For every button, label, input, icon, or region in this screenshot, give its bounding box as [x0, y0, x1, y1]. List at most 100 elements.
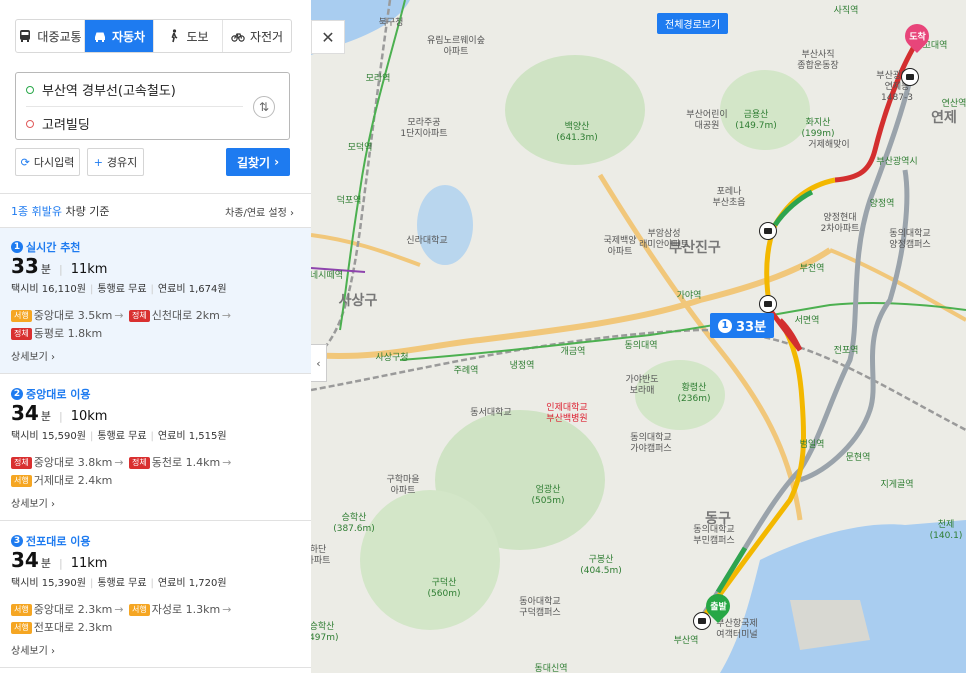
camera-icon	[901, 68, 919, 86]
map-label: 연제	[931, 110, 957, 126]
destination-field[interactable]: 고려빌딩	[26, 107, 251, 140]
route-time-callout[interactable]: 1 33분	[710, 313, 775, 338]
traffic-badge: 정체	[11, 328, 32, 340]
map-label: 연산역	[941, 99, 966, 109]
route-time: 34 분 | 10km	[11, 401, 108, 425]
fuel-cost: 연료비 1,515원	[157, 431, 227, 442]
route-option-2[interactable]: 2 중앙대로 이용 34 분 | 10km 택시비 15,590원 | 통행료 무료 | 연료비…	[0, 375, 311, 520]
close-icon[interactable]: ✕	[311, 20, 345, 54]
plus-icon: +	[93, 155, 103, 169]
waypoint-button[interactable]: + 경유지	[87, 148, 144, 176]
fuel-basis: 1종 휘발유 차량 기준	[11, 203, 109, 219]
arrow-icon: →	[114, 456, 124, 469]
route-minutes-unit: 분	[40, 557, 51, 570]
route-minutes-unit: 분	[40, 263, 51, 276]
traffic-badge: 서행	[11, 310, 32, 322]
reset-label: 다시입력	[33, 156, 75, 169]
route-title: 3 전포대로 이용	[11, 533, 91, 549]
destination-text: 고려빌딩	[42, 118, 90, 133]
end-label: 도착	[908, 32, 926, 43]
route-number-badge: 3	[11, 535, 23, 547]
collapse-panel-icon[interactable]: ‹	[311, 344, 327, 382]
map-label: 화지산 (199m)	[801, 118, 835, 139]
vehicle-settings-link[interactable]: 차종/연료 설정 ›	[225, 204, 294, 219]
origin-text: 부산역 경부선(고속철도)	[42, 84, 176, 99]
tab-label: 자전거	[249, 29, 284, 44]
map-label: 부산사직 종합운동장	[797, 50, 839, 71]
map-label: 하단아파트	[311, 545, 331, 566]
detail-label: 상세보기	[11, 646, 48, 657]
map-label: 거제해맞이	[808, 140, 850, 150]
start-pin[interactable]: 출발	[701, 589, 735, 623]
route-option-1[interactable]: 1 실시간 추천 33 분 | 11km 택시비 16,110원 | 통행료 무료 | 연료비 …	[0, 228, 311, 373]
map-label: 구봉산 (404.5m)	[580, 555, 622, 576]
map-label: 동의대역	[624, 341, 658, 351]
road-name: 동평로	[33, 327, 65, 340]
fuel-type: 1종 휘발유	[11, 205, 62, 218]
route-input-box: 부산역 경부선(고속철도) 고려빌딩 ⇅	[15, 72, 290, 140]
route-panel: 대중교통 자동차 도보 자전거 부산역 경부선(고속철도) 고려빌딩 ⇅ ⟳ 다…	[0, 0, 311, 673]
full-route-button[interactable]: 전체경로보기	[657, 13, 729, 34]
map-label: 북구청	[378, 18, 404, 28]
end-marker-icon: 도착	[900, 19, 934, 53]
tab-walk[interactable]: 도보	[154, 20, 223, 52]
map-label: 백양산 (641.3m)	[556, 122, 598, 143]
traffic-badge: 정체	[129, 457, 150, 469]
route-distance: 11km	[70, 262, 108, 277]
map-label: 양정현대 2차아파트	[820, 213, 860, 234]
map-label: 전포역	[833, 346, 859, 356]
search-label: 길찾기	[236, 155, 271, 170]
end-pin[interactable]: 도착	[900, 19, 934, 53]
route-minutes-unit: 분	[40, 410, 51, 423]
waypoint-label: 경유지	[106, 156, 138, 169]
road-name: 중앙대로	[33, 603, 75, 616]
tab-transit[interactable]: 대중교통	[16, 20, 85, 52]
traffic-badge: 정체	[11, 457, 32, 469]
map-label: 구학마을 아파트	[386, 475, 420, 496]
map-label: 동의대학교 부민캠퍼스	[693, 525, 735, 546]
map-label: 승학산(497m)	[311, 622, 339, 643]
map-canvas	[311, 0, 966, 673]
chevron-right-icon: ›	[274, 155, 280, 169]
detail-link[interactable]: 상세보기 ›	[11, 495, 55, 510]
toll-fee: 통행료 무료	[97, 284, 147, 295]
road-distance: 3.5km	[77, 309, 113, 322]
map-label: 포레나 부산초읍	[712, 187, 746, 208]
map-view[interactable]: 사상구 부산진구 동구 연제 백양산 (641.3m) 엄광산 (505m) 승학산 (387.6…	[311, 0, 966, 673]
mountain-area	[360, 490, 500, 630]
route-cost: 택시비 15,390원 | 통행료 무료 | 연료비 1,720원	[11, 578, 227, 589]
detail-link[interactable]: 상세보기 ›	[11, 642, 55, 657]
destination-dot-icon	[26, 119, 34, 128]
tab-bicycle[interactable]: 자전거	[223, 20, 291, 52]
map-label: 동대신역	[534, 664, 568, 673]
road-name: 동천로	[151, 456, 183, 469]
subway-line	[339, 0, 406, 331]
detail-label: 상세보기	[11, 352, 48, 363]
swap-icon[interactable]: ⇅	[253, 96, 275, 118]
refresh-icon: ⟳	[20, 155, 30, 169]
reset-button[interactable]: ⟳ 다시입력	[15, 148, 80, 176]
map-label: 동아대학교 구덕캠퍼스	[519, 597, 561, 618]
fuel-cost: 연료비 1,674원	[157, 284, 227, 295]
tab-car[interactable]: 자동차	[85, 20, 154, 52]
arrow-icon: →	[114, 603, 124, 616]
map-label: 지게골역	[880, 480, 914, 490]
traffic-badge: 서행	[11, 475, 32, 487]
road-distance: 2.4km	[77, 474, 113, 487]
origin-field[interactable]: 부산역 경부선(고속철도)	[26, 73, 251, 106]
route-option-3[interactable]: 3 전포대로 이용 34 분 | 11km 택시비 15,390원 | 통행료 무료 | 연료비…	[0, 522, 311, 667]
traffic-badge: 정체	[129, 310, 150, 322]
road-name: 전포대로	[33, 621, 75, 634]
route-roads: 정체 중앙대로 3.8km → 정체 동천로 1.4km → 서행 거제대로 2.4km	[11, 454, 301, 490]
divider	[0, 193, 311, 194]
route-title: 1 실시간 추천	[11, 239, 80, 255]
map-label: 부산항국제 여객터미널	[716, 619, 758, 640]
route-minutes: 34	[11, 548, 39, 572]
taxi-fare: 택시비 15,590원	[11, 431, 86, 442]
map-label: 동구	[705, 511, 731, 527]
detail-link[interactable]: 상세보기 ›	[11, 348, 55, 363]
callout-number: 1	[718, 318, 732, 333]
callout-time: 33분	[736, 320, 767, 335]
detail-label: 상세보기	[11, 499, 48, 510]
search-button[interactable]: 길찾기 ›	[226, 148, 290, 176]
